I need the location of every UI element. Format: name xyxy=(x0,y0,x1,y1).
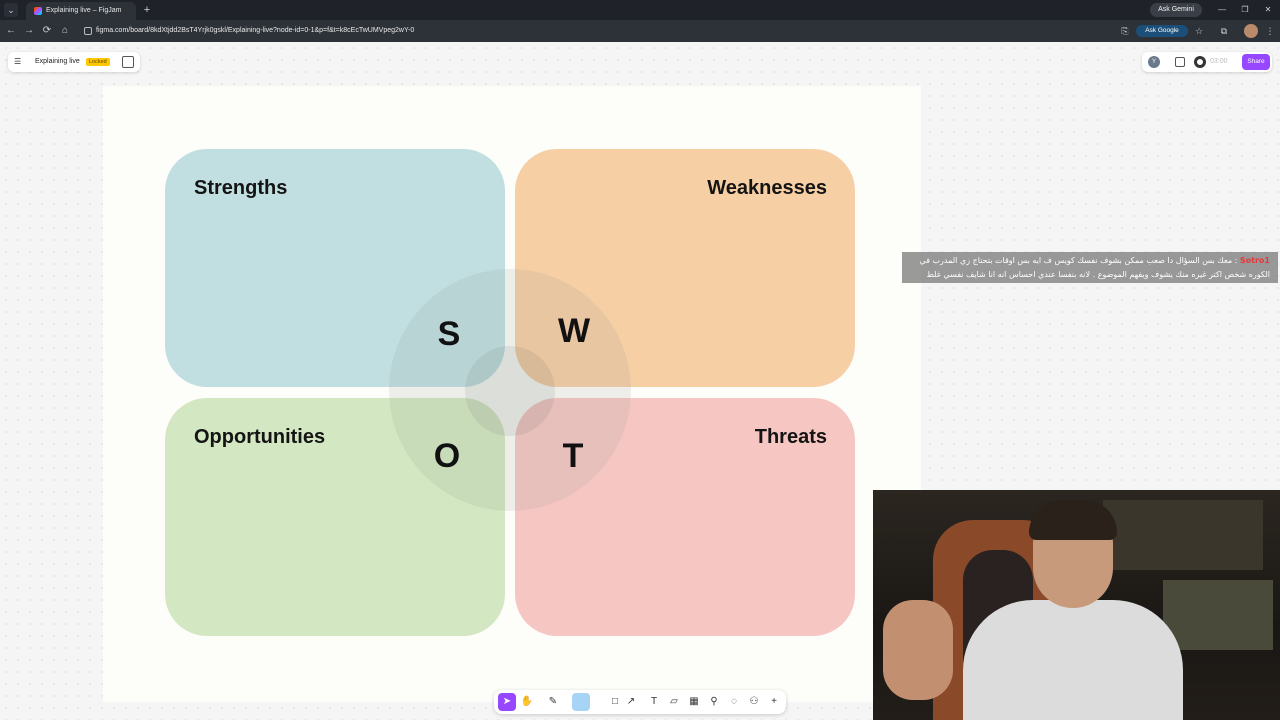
webcam-person-hand xyxy=(883,600,953,700)
table-tool-icon[interactable]: ▦ xyxy=(685,693,703,711)
webcam-overlay xyxy=(873,490,1280,720)
locked-badge: Locked xyxy=(86,58,110,66)
home-button[interactable]: ⌂ xyxy=(57,23,73,39)
extensions-icon[interactable]: ⧉ xyxy=(1217,24,1231,38)
reload-button[interactable]: ⟳ xyxy=(39,23,55,39)
comment-tool-icon[interactable]: ◌ xyxy=(725,693,743,711)
stamp-tool-icon[interactable]: ⚲ xyxy=(705,693,723,711)
timer-text: 03:00 xyxy=(1210,58,1228,65)
tab-figjam[interactable]: Explaining live – FigJam ✕ xyxy=(26,2,136,20)
save-page-icon[interactable]: ⎘ xyxy=(1118,24,1132,38)
forward-button[interactable]: → xyxy=(21,23,37,39)
weaknesses-title: Weaknesses xyxy=(707,177,827,199)
webcam-person-body xyxy=(963,600,1183,720)
connector-tool-icon[interactable]: ↗ xyxy=(622,693,640,711)
swot-board[interactable]: Strengths Weaknesses Opportunities Threa… xyxy=(103,86,921,702)
bookmark-star-icon[interactable]: ☆ xyxy=(1192,24,1206,38)
figma-favicon-icon xyxy=(34,7,42,15)
main-menu-icon[interactable]: ☰ xyxy=(14,56,28,68)
center-small-circle xyxy=(465,346,555,436)
share-button[interactable]: Share xyxy=(1242,54,1270,70)
profile-avatar[interactable] xyxy=(1244,24,1258,38)
minimize-button[interactable]: — xyxy=(1212,2,1232,18)
caption-message: : معك بس السؤال دا صعب ممكن بشوف نفسك كو… xyxy=(919,256,1270,279)
timer-icon[interactable] xyxy=(1194,56,1206,68)
tab-title: Explaining live – FigJam xyxy=(46,7,122,14)
strengths-title: Strengths xyxy=(194,177,288,199)
letter-t: T xyxy=(562,437,584,475)
ask-google-button[interactable]: Ask Google xyxy=(1136,25,1188,37)
washi-tape-icon[interactable] xyxy=(572,693,590,711)
file-menu-pill: ☰ Explaining live Locked xyxy=(8,52,140,72)
webcam-background-screen xyxy=(1163,580,1273,650)
user-avatar[interactable]: Y xyxy=(1148,56,1160,68)
select-tool-icon[interactable]: ➤ xyxy=(498,693,516,711)
letter-s: S xyxy=(437,315,461,353)
file-name[interactable]: Explaining live xyxy=(35,52,80,72)
letter-w: W xyxy=(557,312,591,350)
pages-icon[interactable] xyxy=(122,56,134,68)
close-window-button[interactable]: ✕ xyxy=(1258,2,1278,18)
ask-gemini-button[interactable]: Ask Gemini xyxy=(1150,3,1202,17)
marker-tool-icon[interactable]: ✎ xyxy=(544,693,562,711)
browser-tab-bar: ⌄ Explaining live – FigJam ✕ + Ask Gemin… xyxy=(0,0,1280,20)
more-tools-icon[interactable]: + xyxy=(765,693,783,711)
browser-menu-icon[interactable]: ⋮ xyxy=(1263,24,1277,38)
back-button[interactable]: ← xyxy=(3,23,19,39)
sticky-note-tool-icon[interactable]: ▱ xyxy=(665,693,683,711)
text-tool-icon[interactable]: T xyxy=(645,693,663,711)
letter-o: O xyxy=(433,437,461,475)
site-info-icon[interactable] xyxy=(84,27,92,35)
tab-list-button[interactable]: ⌄ xyxy=(4,3,18,17)
widgets-tool-icon[interactable]: ⚇ xyxy=(745,693,763,711)
figjam-toolbar: ➤ ✋ ✎ □ ↗ T ▱ ▦ ⚲ ◌ ⚇ + xyxy=(494,690,786,714)
layout-icon[interactable] xyxy=(1175,57,1185,67)
url-text: figma.com/board/8kdXtjdd2BsT4Yrjk0gskl/E… xyxy=(96,27,415,34)
collaboration-pill: Y 03:00 Share xyxy=(1142,52,1272,72)
threats-title: Threats xyxy=(754,426,827,448)
opportunities-title: Opportunities xyxy=(194,426,326,448)
caption-username: Sotro1 xyxy=(1239,256,1270,265)
chat-caption: Sotro1 : معك بس السؤال دا صعب ممكن بشوف … xyxy=(902,252,1278,283)
webcam-background-shelf xyxy=(1103,500,1263,570)
maximize-button[interactable]: ❐ xyxy=(1235,2,1255,18)
hand-tool-icon[interactable]: ✋ xyxy=(518,693,536,711)
webcam-person-hair xyxy=(1029,500,1117,540)
url-field[interactable]: figma.com/board/8kdXtjdd2BsT4Yrjk0gskl/E… xyxy=(80,23,1115,39)
new-tab-button[interactable]: + xyxy=(140,2,154,18)
